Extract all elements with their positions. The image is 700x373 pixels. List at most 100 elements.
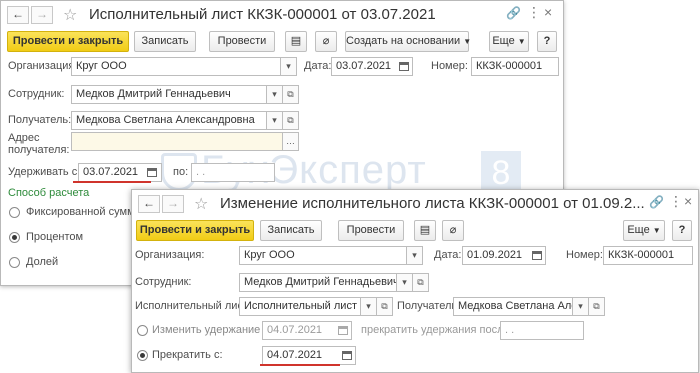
more-vertical-icon[interactable]: ⋮ (669, 193, 683, 210)
post-button[interactable]: Провести (338, 220, 404, 241)
link-icon[interactable]: 🔗 (506, 6, 521, 20)
more-button[interactable]: Еще ▼ (623, 220, 665, 241)
close-icon[interactable]: × (544, 4, 552, 20)
dropdown-arrow-icon: ▼ (517, 37, 526, 46)
radio-percent-label: Процентом (26, 231, 84, 243)
dropdown-arrow-icon: ▾ (412, 250, 417, 260)
dropdown-arrow-icon: ▾ (272, 89, 277, 99)
arrow-left-icon: ← (143, 196, 155, 210)
calendar-icon[interactable] (147, 168, 157, 177)
withhold-to-label: по: (173, 166, 189, 178)
org-dropdown-button[interactable]: ▾ (280, 57, 297, 76)
recipient-field[interactable]: Медкова Светлана Алекс (453, 297, 573, 316)
report-button[interactable]: ▤ (285, 31, 307, 52)
star-icon[interactable]: ☆ (63, 5, 77, 25)
org-label: Организация: (135, 249, 205, 261)
document-icon: ▤ (290, 35, 302, 47)
writ-label: Исполнительный лист: (135, 300, 252, 312)
employee-dropdown-button[interactable]: ▾ (396, 273, 413, 292)
writ-dropdown-button[interactable]: ▾ (360, 297, 377, 316)
employee-field[interactable]: Медков Дмитрий Геннадьевич (71, 85, 267, 104)
employee-label: Сотрудник: (8, 88, 65, 100)
paperclip-icon: ⌀ (322, 35, 330, 47)
dropdown-arrow-icon: ▾ (578, 301, 583, 311)
link-icon[interactable]: 🔗 (649, 195, 664, 209)
number-field[interactable]: ККЗК-000001 (471, 57, 559, 76)
page-title: Исполнительный лист ККЗК-000001 от 03.07… (89, 6, 436, 23)
radio-fixed-sum[interactable] (9, 207, 20, 218)
address-label-line2: получателя: (8, 144, 70, 156)
forward-button[interactable]: → (31, 6, 53, 24)
radio-percent[interactable] (9, 232, 20, 243)
employee-open-button[interactable]: ⧉ (282, 85, 299, 104)
attachment-button[interactable]: ⌀ (442, 220, 464, 241)
more-button[interactable]: Еще ▼ (489, 31, 529, 52)
back-button[interactable]: ← (7, 6, 29, 24)
post-and-close-button[interactable]: Провести и закрыть (7, 31, 129, 52)
recipient-open-button[interactable]: ⧉ (588, 297, 605, 316)
report-button[interactable]: ▤ (414, 220, 436, 241)
page-title: Изменение исполнительного листа ККЗК-000… (220, 195, 645, 212)
org-field[interactable]: Круг ООО (71, 57, 281, 76)
number-label: Номер: (431, 60, 468, 72)
forward-button[interactable]: → (162, 195, 184, 213)
arrow-left-icon: ← (12, 7, 24, 21)
arrow-right-icon: → (167, 196, 179, 210)
open-link-icon: ⧉ (593, 301, 600, 311)
radio-terminate[interactable] (137, 350, 148, 361)
calendar-icon[interactable] (342, 351, 352, 360)
number-field[interactable]: ККЗК-000001 (603, 246, 693, 265)
employee-open-button[interactable]: ⧉ (412, 273, 429, 292)
open-link-icon: ⧉ (381, 301, 388, 311)
writ-open-button[interactable]: ⧉ (376, 297, 393, 316)
calendar-icon[interactable] (532, 251, 542, 260)
withhold-to-field[interactable]: . . (191, 163, 275, 182)
open-link-icon: ⧉ (287, 89, 294, 99)
recipient-dropdown-button[interactable]: ▾ (572, 297, 589, 316)
date-label: Дата: (304, 60, 332, 72)
back-button[interactable]: ← (138, 195, 160, 213)
dropdown-arrow-icon: ▾ (366, 301, 371, 311)
recipient-dropdown-button[interactable]: ▾ (266, 111, 283, 130)
post-button[interactable]: Провести (209, 31, 275, 52)
recipient-field[interactable]: Медкова Светлана Александровна (71, 111, 267, 130)
stop-after-label: прекратить удержания после: (361, 324, 513, 336)
close-icon[interactable]: × (684, 193, 692, 209)
change-withhold-label: Изменить удержание с: (152, 324, 272, 336)
writ-field[interactable]: Исполнительный лист ККЗ (239, 297, 361, 316)
dropdown-arrow-icon: ▼ (463, 37, 472, 46)
recipient-label: Получатель: (8, 114, 72, 126)
paperclip-icon: ⌀ (449, 224, 457, 236)
save-button[interactable]: Записать (134, 31, 196, 52)
calendar-icon[interactable] (338, 326, 348, 335)
radio-fixed-sum-label: Фиксированной суммой (26, 206, 147, 218)
radio-share[interactable] (9, 257, 20, 268)
help-button[interactable]: ? (537, 31, 557, 52)
radio-change-withhold[interactable] (137, 325, 148, 336)
calc-method-title: Способ расчета (8, 187, 90, 199)
stop-after-field[interactable]: . . (500, 321, 584, 340)
create-based-on-button[interactable]: Создать на основании ▼ (345, 31, 472, 52)
writ-change-window: ← → ☆ Изменение исполнительного листа КК… (131, 189, 699, 373)
org-dropdown-button[interactable]: ▾ (406, 246, 423, 265)
recipient-label: Получатель: (397, 300, 461, 312)
org-field[interactable]: Круг ООО (239, 246, 407, 265)
star-icon[interactable]: ☆ (194, 194, 208, 214)
radio-share-label: Долей (26, 256, 59, 268)
more-vertical-icon[interactable]: ⋮ (527, 4, 541, 21)
recipient-open-button[interactable]: ⧉ (282, 111, 299, 130)
post-and-close-button[interactable]: Провести и закрыть (136, 220, 254, 241)
withhold-from-label: Удерживать с: (8, 166, 81, 178)
save-button[interactable]: Записать (260, 220, 322, 241)
date-label: Дата: (434, 249, 462, 261)
employee-dropdown-button[interactable]: ▾ (266, 85, 283, 104)
dropdown-arrow-icon: ▾ (402, 277, 407, 287)
dropdown-arrow-icon: ▾ (286, 61, 291, 71)
dropdown-arrow-icon: ▼ (652, 226, 661, 235)
highlight-underline (73, 181, 151, 183)
attachment-button[interactable]: ⌀ (315, 31, 337, 52)
highlight-underline (260, 364, 340, 366)
help-button[interactable]: ? (672, 220, 692, 241)
employee-field[interactable]: Медков Дмитрий Геннадьевич (239, 273, 397, 292)
calendar-icon[interactable] (399, 62, 409, 71)
